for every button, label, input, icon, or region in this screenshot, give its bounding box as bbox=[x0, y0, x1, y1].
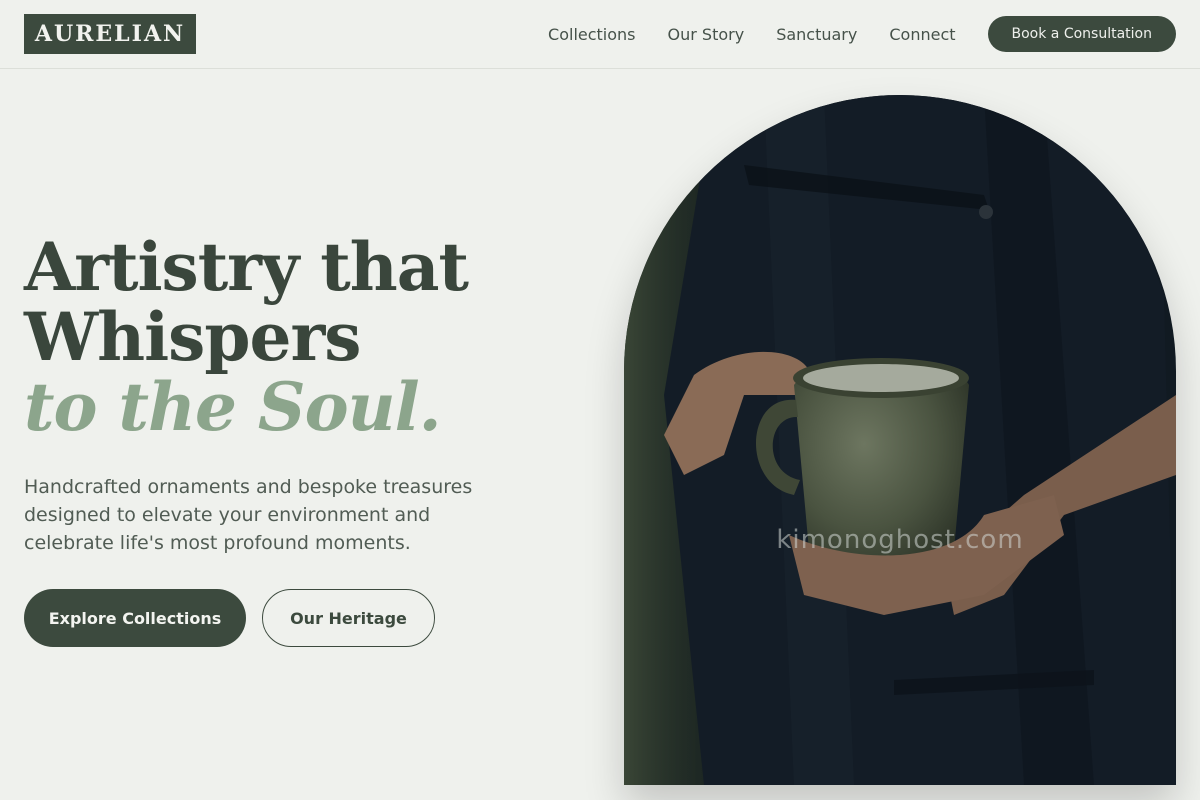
site-header: AURELIAN Collections Our Story Sanctuary… bbox=[0, 0, 1200, 69]
nav-link-connect[interactable]: Connect bbox=[889, 25, 955, 44]
brand-logo[interactable]: AURELIAN bbox=[24, 14, 196, 54]
hero-subtitle: Handcrafted ornaments and bespoke treasu… bbox=[24, 476, 473, 554]
hero-title-line-1: Artistry that bbox=[24, 228, 469, 306]
our-heritage-button[interactable]: Our Heritage bbox=[262, 589, 435, 647]
nav-link-sanctuary[interactable]: Sanctuary bbox=[776, 25, 857, 44]
hero-title: Artistry that Whispers to the Soul. bbox=[24, 232, 584, 442]
hero-actions: Explore Collections Our Heritage bbox=[24, 589, 435, 647]
explore-collections-button[interactable]: Explore Collections bbox=[24, 589, 246, 647]
nav-link-our-story[interactable]: Our Story bbox=[668, 25, 745, 44]
image-watermark: kimonoghost.com bbox=[776, 525, 1024, 555]
nav-link-collections[interactable]: Collections bbox=[548, 25, 635, 44]
hero-title-accent: to the Soul. bbox=[24, 368, 442, 446]
main-nav: Collections Our Story Sanctuary Connect … bbox=[548, 0, 1176, 68]
artisan-mug-photo bbox=[624, 95, 1176, 785]
book-consultation-button[interactable]: Book a Consultation bbox=[987, 16, 1176, 52]
hero-title-line-2: Whispers bbox=[24, 298, 361, 376]
hero-image: kimonoghost.com bbox=[624, 95, 1176, 785]
